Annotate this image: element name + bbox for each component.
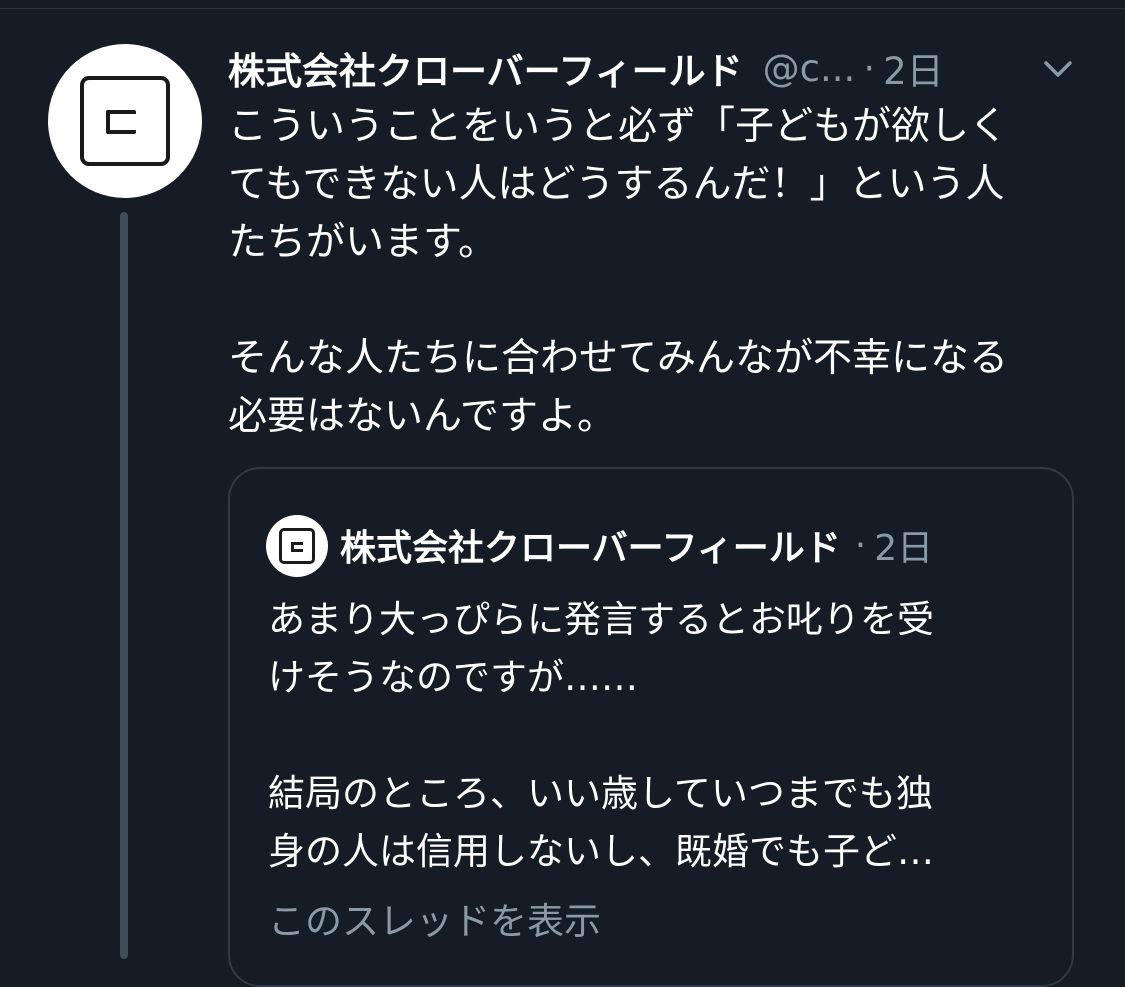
tweet-header: 株式会社クローバーフィールド @c... · 2日 <box>228 40 1088 96</box>
show-thread-link[interactable]: このスレッドを表示 <box>268 891 601 945</box>
thread-connector-line <box>120 212 128 959</box>
tweet-text: こういうことをいうと必ず「子どもが欲しく てもできない人はどうするんだ！」という… <box>228 104 1009 439</box>
timestamp[interactable]: 2日 <box>883 41 944 95</box>
clover-field-logo-icon <box>279 528 315 564</box>
separator-dot: · <box>854 524 867 566</box>
separator-dot: · <box>863 46 876 90</box>
chevron-down-icon[interactable] <box>1040 50 1076 86</box>
quoted-display-name: 株式会社クローバーフィールド <box>340 528 841 569</box>
display-name[interactable]: 株式会社クローバーフィールド <box>228 41 743 95</box>
top-divider <box>0 8 1125 9</box>
quoted-tweet-card[interactable]: 株式会社クローバーフィールド · 2日 あまり大っぴらに発言するとお叱りを受 け… <box>228 467 1074 987</box>
quoted-tweet-text: あまり大っぴらに発言するとお叱りを受 けそうなのですが…… 結局のところ、いい歳… <box>268 598 934 873</box>
avatar[interactable] <box>48 44 202 198</box>
clover-field-logo-icon <box>80 76 170 166</box>
quoted-timestamp: 2日 <box>874 528 934 569</box>
quoted-avatar <box>266 515 328 577</box>
user-handle[interactable]: @c... <box>763 47 856 90</box>
quoted-tweet-header: 株式会社クローバーフィールド · 2日 <box>340 517 933 573</box>
